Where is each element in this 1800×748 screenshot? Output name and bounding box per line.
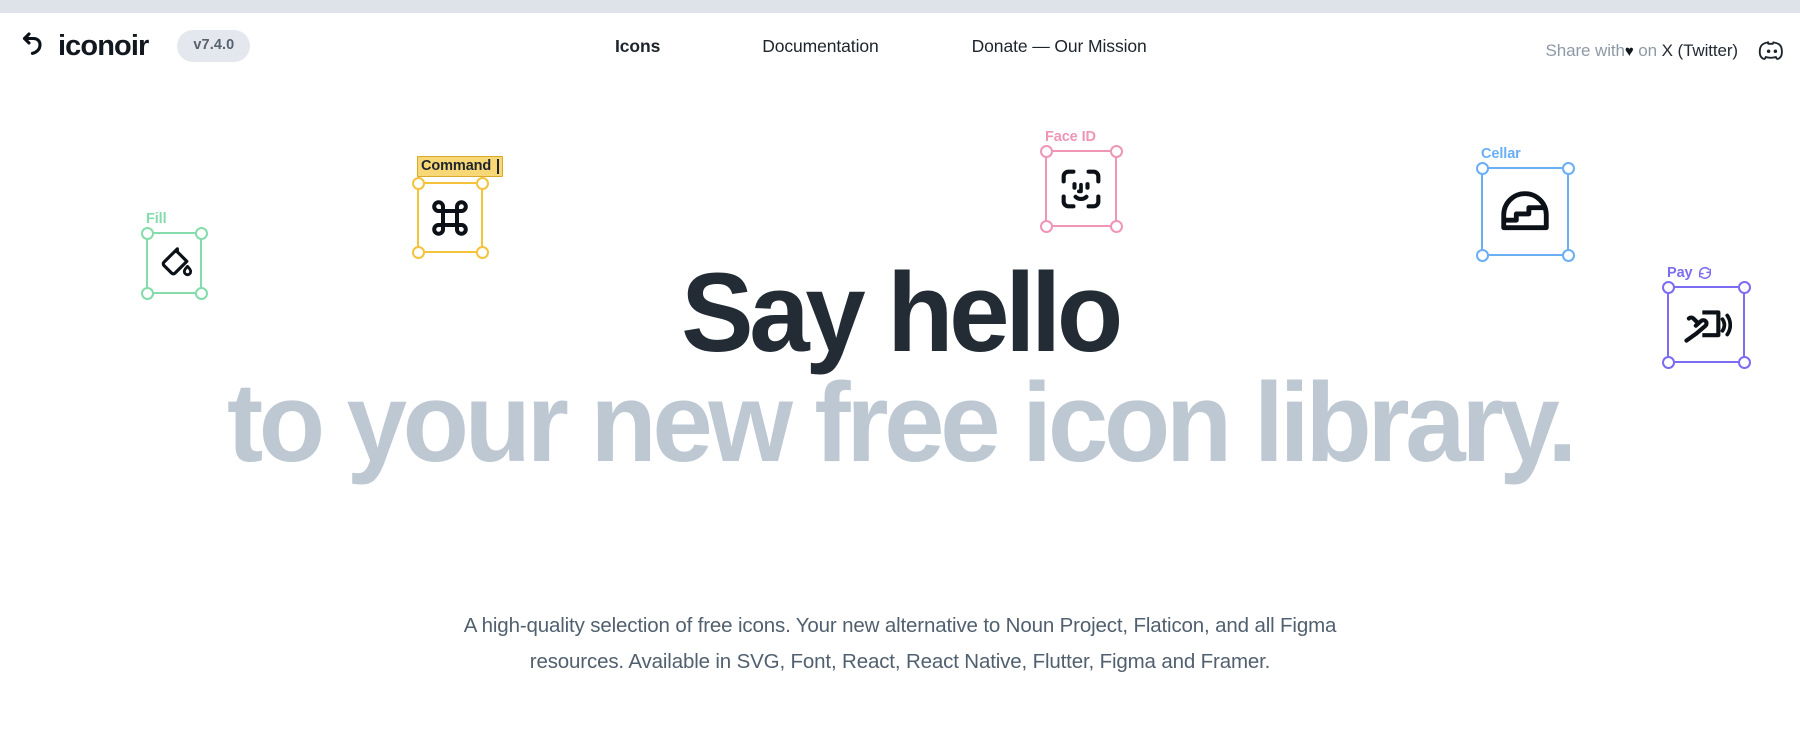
brand-block[interactable]: iconoir v7.4.0	[14, 28, 251, 64]
page-root: iconoir v7.4.0 Icons Documentation Donat…	[0, 0, 1800, 748]
icon-card-face-id[interactable]: Face ID	[1039, 129, 1123, 233]
icon-card-pay[interactable]: Pay	[1661, 265, 1751, 369]
selection-frame: Pay	[1661, 265, 1751, 369]
contactless-pay-icon	[1669, 288, 1743, 361]
header-right-group: Share with♥ on X (Twitter)	[1546, 37, 1786, 65]
icon-card-label: Cellar	[1481, 146, 1521, 162]
share-on-x-link[interactable]: Share with♥ on X (Twitter)	[1545, 41, 1739, 61]
selection-frame: Cellar	[1475, 146, 1575, 262]
icon-card-fill[interactable]: Fill	[140, 211, 208, 300]
icon-card-label: Face ID	[1045, 129, 1096, 145]
icon-card-cellar[interactable]: Cellar	[1475, 146, 1575, 262]
cellar-stairs-icon	[1483, 169, 1567, 254]
nav-item-icons[interactable]: Icons	[615, 36, 660, 57]
logo-wordmark: iconoir	[58, 29, 149, 62]
version-badge: v7.4.0	[177, 30, 251, 62]
site-header: iconoir v7.4.0 Icons Documentation Donat…	[0, 13, 1800, 79]
nav-item-donate[interactable]: Donate — Our Mission	[972, 36, 1147, 57]
headline-line-1: Say hello	[681, 250, 1123, 375]
selection-frame: Command	[411, 156, 503, 259]
selection-frame: Fill	[140, 211, 208, 300]
hero-headline-block: Say hello to your new free icon library.	[0, 250, 1800, 486]
discord-icon[interactable]	[1758, 37, 1786, 65]
icon-card-label: Pay	[1667, 265, 1712, 281]
face-id-icon	[1047, 152, 1115, 225]
heart-icon: ♥	[1624, 43, 1634, 60]
share-target-text: X (Twitter)	[1661, 41, 1738, 60]
refresh-icon	[1698, 267, 1711, 279]
icon-card-label-text: Pay	[1667, 265, 1693, 281]
icon-card-label: Command	[417, 156, 503, 177]
nav-item-documentation[interactable]: Documentation	[762, 36, 879, 57]
top-accent-strip	[0, 0, 1800, 13]
share-prefix-text: Share with	[1545, 41, 1625, 60]
selection-frame: Face ID	[1039, 129, 1123, 233]
undo-arrow-icon	[22, 32, 42, 55]
paint-bucket-icon	[148, 234, 200, 292]
headline-line-2: to your new free icon library.	[226, 360, 1577, 486]
hero-subtitle: A high-quality selection of free icons. …	[463, 614, 1337, 673]
command-key-icon	[419, 184, 481, 251]
icon-card-command[interactable]: Command	[411, 156, 503, 259]
main-navigation: Icons Documentation Donate — Our Mission	[615, 36, 1147, 57]
icon-card-label: Fill	[146, 211, 167, 227]
share-middle-text: on	[1638, 41, 1658, 60]
